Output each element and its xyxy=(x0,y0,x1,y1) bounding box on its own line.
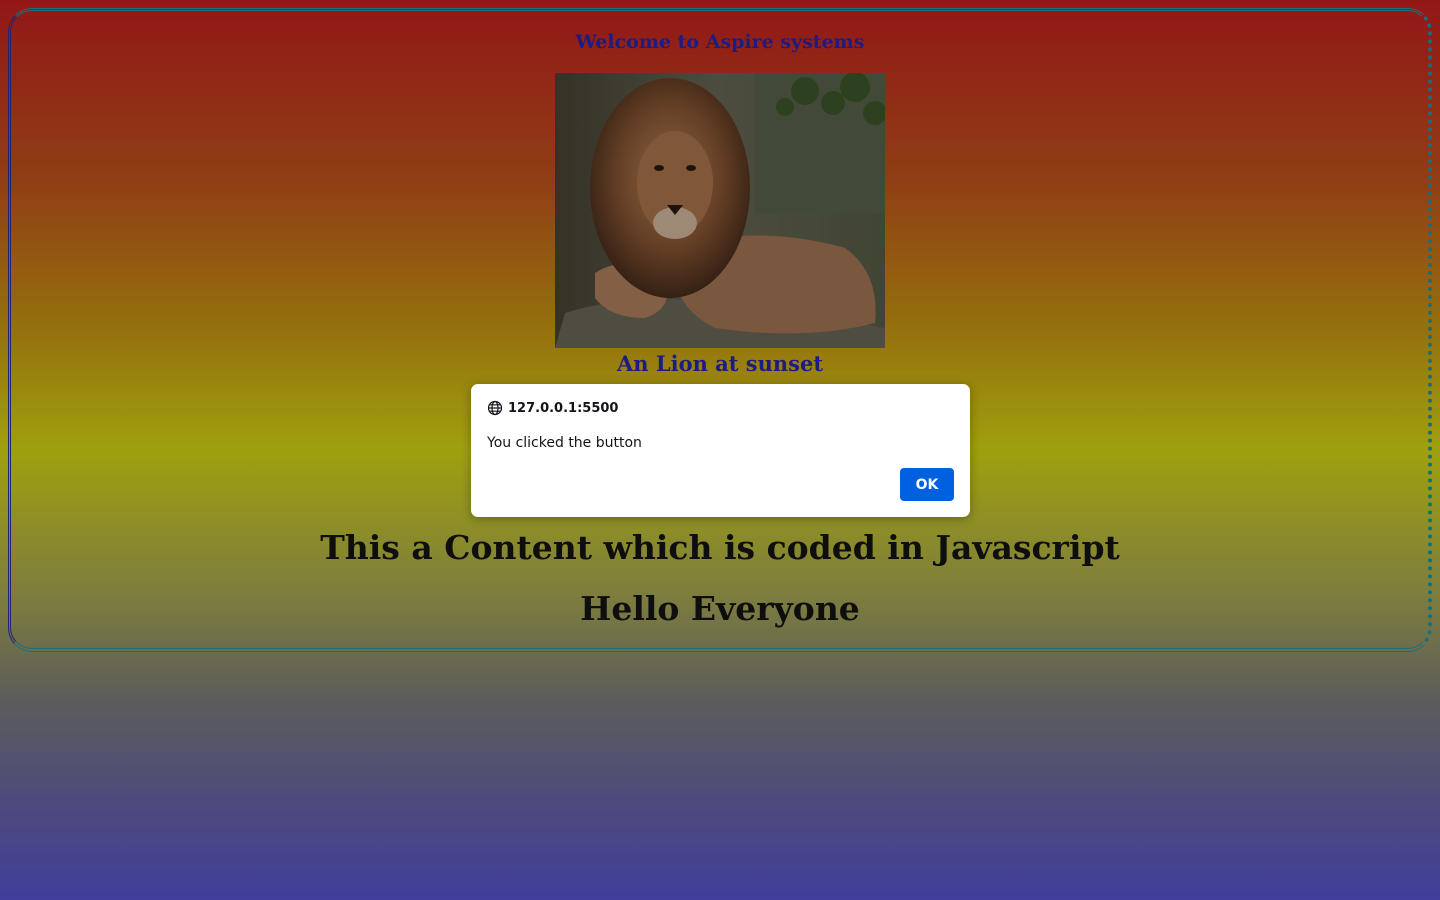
dialog-origin-text: 127.0.0.1:5500 xyxy=(508,400,619,416)
ok-button[interactable]: OK xyxy=(900,468,954,501)
globe-icon xyxy=(487,400,503,416)
dialog-origin: 127.0.0.1:5500 xyxy=(487,400,618,416)
dialog-message: You clicked the button xyxy=(487,435,642,451)
alert-dialog: 127.0.0.1:5500 You clicked the button OK xyxy=(471,384,970,517)
